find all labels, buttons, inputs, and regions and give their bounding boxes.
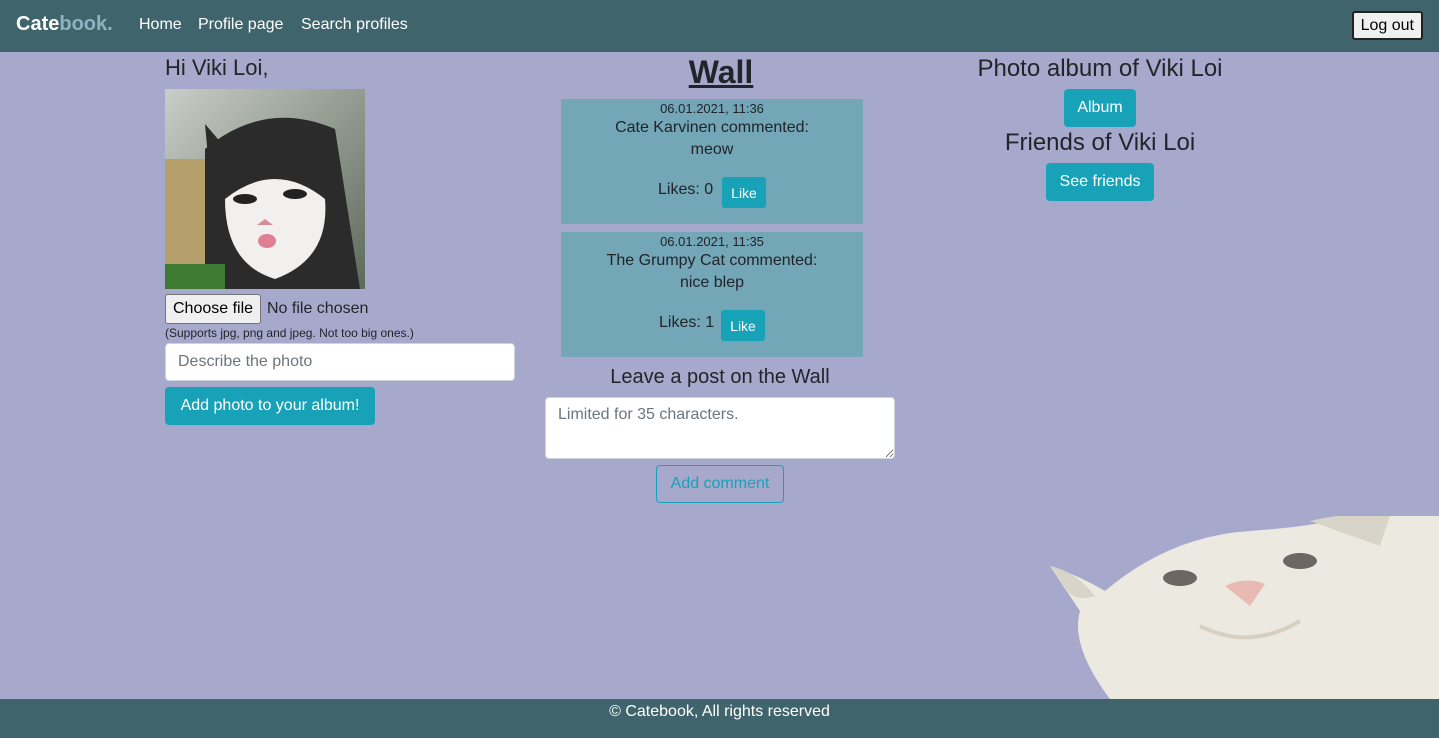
- post-author: The Grumpy Cat commented:: [606, 252, 818, 269]
- wall-post-textarea[interactable]: [545, 397, 895, 459]
- post-text: meow: [690, 141, 734, 158]
- friends-heading: Friends of Viki Loi: [1004, 129, 1196, 156]
- nav-home-link[interactable]: Home: [139, 16, 182, 34]
- choose-file-button[interactable]: Choose file: [165, 294, 262, 324]
- album-button[interactable]: Album: [1064, 89, 1136, 127]
- nav-search-link[interactable]: Search profiles: [301, 16, 408, 34]
- wall-post: 06.01.2021, 11:36 Cate Karvinen commente…: [561, 99, 863, 224]
- decorative-cat-image: [1050, 516, 1439, 699]
- cat-photo-icon: [165, 89, 365, 289]
- add-comment-button[interactable]: Add comment: [656, 465, 784, 503]
- greeting-heading: Hi Viki Loi,: [165, 55, 269, 80]
- navbar: Catebook. Home Profile page Search profi…: [0, 0, 1439, 52]
- like-button[interactable]: Like: [722, 177, 766, 208]
- post-likes: Likes: 1: [659, 314, 715, 331]
- cat-face-icon: [1050, 516, 1439, 699]
- profile-photo: [165, 89, 365, 289]
- file-status-text: No file chosen: [267, 300, 369, 317]
- post-date: 06.01.2021, 11:35: [660, 234, 764, 249]
- footer-copyright: © Catebook, All rights reserved: [609, 703, 830, 720]
- brand-logo[interactable]: Catebook.: [16, 13, 113, 36]
- leave-post-heading: Leave a post on the Wall: [610, 366, 830, 388]
- post-author: Cate Karvinen commented:: [615, 119, 809, 136]
- footer: © Catebook, All rights reserved: [0, 699, 1439, 738]
- nav-profile-link[interactable]: Profile page: [198, 16, 283, 34]
- wall-title: Wall: [688, 54, 754, 90]
- see-friends-button[interactable]: See friends: [1046, 163, 1154, 201]
- logout-button[interactable]: Log out: [1351, 11, 1423, 40]
- brand-accent: book.: [59, 13, 113, 35]
- post-likes: Likes: 0: [658, 181, 714, 198]
- wall-post: 06.01.2021, 11:35 The Grumpy Cat comment…: [561, 232, 863, 357]
- brand-main: Cate: [16, 13, 60, 35]
- post-date: 06.01.2021, 11:36: [660, 101, 764, 116]
- like-button[interactable]: Like: [721, 310, 765, 341]
- describe-photo-input[interactable]: [165, 343, 515, 381]
- post-text: nice blep: [679, 274, 745, 291]
- add-photo-button[interactable]: Add photo to your album!: [165, 387, 375, 425]
- supports-note: (Supports jpg, png and jpeg. Not too big…: [165, 326, 414, 340]
- album-heading: Photo album of Viki Loi: [977, 55, 1223, 82]
